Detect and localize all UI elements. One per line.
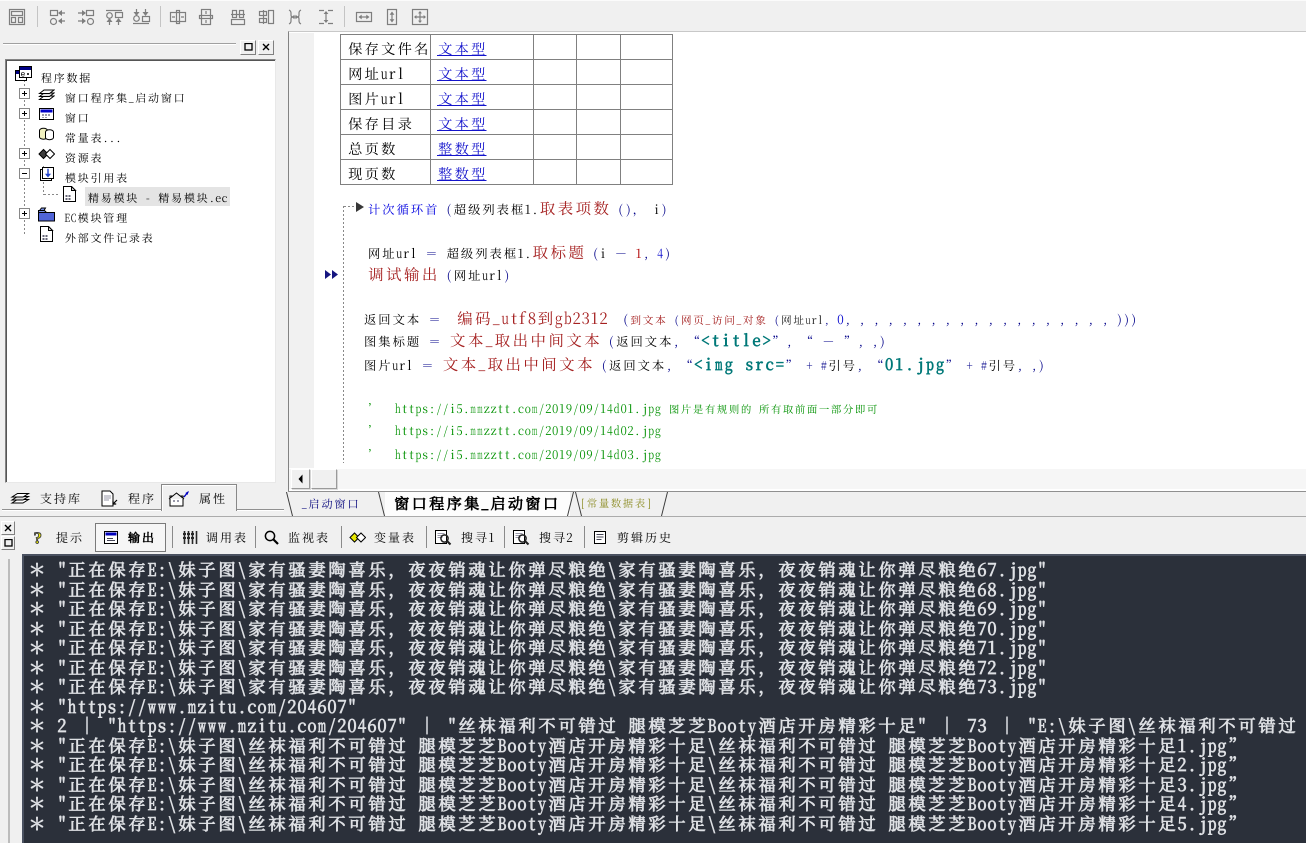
svg-text:?: ? (34, 529, 43, 546)
svg-text:e: e (21, 71, 26, 80)
